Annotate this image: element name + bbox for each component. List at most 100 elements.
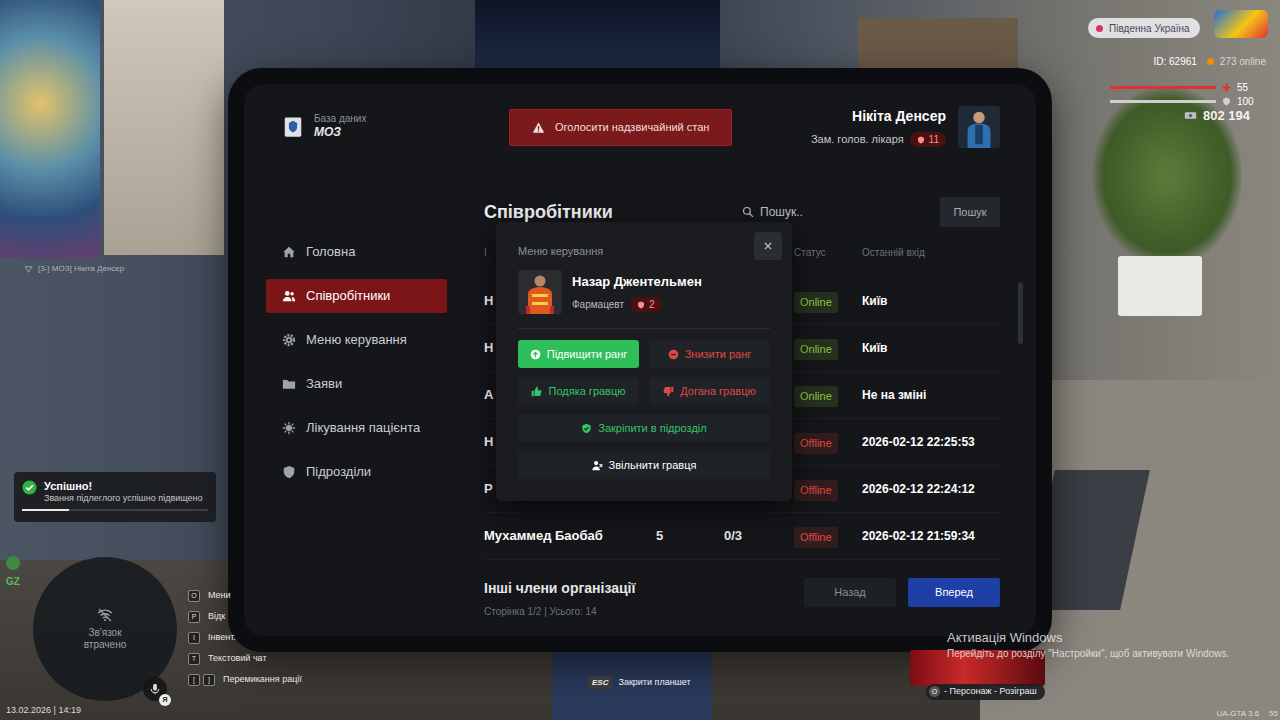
sidebar-item[interactable]: Головна bbox=[266, 235, 447, 269]
column-header: Останній вхід bbox=[862, 245, 1000, 260]
scrollbar[interactable] bbox=[1018, 282, 1023, 344]
notification-text: Успішно!Звання підлеглого успішно підвищ… bbox=[44, 479, 203, 504]
doorway bbox=[475, 0, 720, 68]
minimap-status: Зв'язок втрачено bbox=[74, 627, 136, 651]
server-badge: Південна Україна bbox=[1088, 18, 1200, 38]
member-warnings: 0/3 bbox=[724, 526, 794, 546]
shield-icon bbox=[637, 301, 645, 309]
zone-indicator: GZ bbox=[6, 556, 20, 589]
home-icon bbox=[282, 245, 296, 259]
minus-icon bbox=[668, 349, 679, 360]
next-button[interactable]: Вперед bbox=[908, 578, 1000, 607]
key-hint-label: Мени bbox=[208, 589, 231, 603]
sidebar-item[interactable]: Заяви bbox=[266, 367, 447, 401]
player-nametag: [3-] МОЗ] Нікіта Денсер bbox=[24, 263, 124, 275]
member-name: Назар Джентельмен bbox=[572, 272, 702, 292]
status-text: Offline bbox=[800, 531, 832, 543]
emergency-label: Оголосити надзвичайний стан bbox=[555, 119, 709, 136]
action-content: Підвищити ранг bbox=[530, 346, 628, 363]
gear-icon bbox=[282, 333, 296, 347]
status-cell: Offline bbox=[794, 524, 862, 548]
check-icon bbox=[22, 480, 37, 495]
version-label: UA-GTA 3.6 bbox=[1217, 708, 1260, 720]
notification-title: Успішно! bbox=[44, 479, 203, 493]
arrow-up-icon bbox=[530, 349, 541, 360]
member-info: Назар Джентельмен Фармацевт2 bbox=[572, 272, 702, 313]
member-role: Фармацевт bbox=[572, 297, 624, 312]
last-login: 2026-02-12 21:59:34 bbox=[862, 527, 1000, 545]
nametag-text: [3-] МОЗ] Нікіта Денсер bbox=[38, 263, 124, 275]
last-login: Київ bbox=[862, 339, 1000, 357]
health-track bbox=[1110, 86, 1216, 89]
action-content: Закріпити в підрозділ bbox=[581, 420, 706, 437]
assign-button[interactable]: Закріпити в підрозділ bbox=[518, 414, 770, 442]
modal-label: Меню керування bbox=[518, 244, 770, 258]
page-info: Сторінка 1/2 | Усього: 14 bbox=[484, 604, 635, 619]
zone-label: GZ bbox=[6, 574, 20, 589]
demote-button[interactable]: Знизити ранг bbox=[649, 340, 770, 368]
sidebar-label: Підрозділи bbox=[306, 462, 371, 482]
sidebar-label: Меню керування bbox=[306, 330, 407, 350]
fire-button[interactable]: Звільнити гравця bbox=[518, 451, 770, 479]
key-hint: TТекстовий чат bbox=[188, 652, 302, 666]
close-tablet-label: Закрити планшет bbox=[618, 676, 690, 690]
armor-icon bbox=[1222, 97, 1231, 106]
close-button[interactable] bbox=[754, 232, 782, 260]
prev-button[interactable]: Назад bbox=[804, 578, 896, 607]
status-pill: Online bbox=[794, 386, 838, 407]
money-icon bbox=[1184, 109, 1197, 122]
sidebar-item[interactable]: Підрозділи bbox=[266, 455, 447, 489]
sidebar-label: Лікування пацієнта bbox=[306, 418, 420, 438]
sidebar-item[interactable]: Лікування пацієнта bbox=[266, 411, 447, 445]
close-tablet-hint: ESCЗакрити планшет bbox=[588, 676, 691, 690]
section-title: Інші члени організації bbox=[484, 578, 635, 599]
search-field bbox=[742, 203, 932, 221]
money: 802 194 bbox=[1184, 106, 1250, 126]
key-hint: OМени bbox=[188, 589, 302, 603]
status-text: Online bbox=[800, 390, 832, 402]
player-id: ID: 62961 bbox=[1153, 54, 1196, 69]
armor-fill bbox=[1110, 100, 1216, 103]
thanks-button[interactable]: Подяка гравцю bbox=[518, 377, 639, 405]
sidebar-item[interactable]: Меню керування bbox=[266, 323, 447, 357]
notification-timer-fill bbox=[22, 509, 69, 511]
pagination: Назад Вперед bbox=[804, 578, 1000, 607]
voice-badge: Я bbox=[159, 694, 171, 706]
thumbs-up-icon bbox=[531, 386, 542, 397]
staff-icon bbox=[282, 289, 296, 303]
ministry-logo: База данихМОЗ bbox=[266, 113, 509, 141]
key-hint: []Перемикання рації bbox=[188, 673, 302, 687]
plant-pot bbox=[1118, 256, 1202, 316]
member-role-row: Фармацевт2 bbox=[572, 297, 702, 312]
game-logo bbox=[1214, 10, 1268, 38]
thumbs-down-icon bbox=[663, 386, 674, 397]
column-header: Статус bbox=[794, 245, 862, 260]
action-label: Знизити ранг bbox=[685, 346, 752, 363]
painting bbox=[104, 0, 224, 255]
reprimand-button[interactable]: Догана гравцю bbox=[649, 377, 770, 405]
action-content: Подяка гравцю bbox=[531, 383, 625, 400]
status-text: Offline bbox=[800, 437, 832, 449]
rank-number: 11 bbox=[929, 133, 939, 146]
key-hint-label: Перемикання рації bbox=[223, 673, 302, 687]
search-button[interactable]: Пошук bbox=[940, 197, 1000, 227]
status-cell: Online bbox=[794, 289, 862, 313]
table-row[interactable]: Мухаммед Баобаб50/3Offline2026-02-12 21:… bbox=[484, 513, 1000, 560]
emergency-button[interactable]: Оголосити надзвичайний стан bbox=[509, 109, 732, 146]
sidebar-item[interactable]: Співробітники bbox=[266, 279, 447, 313]
promote-button[interactable]: Підвищити ранг bbox=[518, 340, 639, 368]
search-input[interactable] bbox=[760, 203, 932, 221]
key-cap: T bbox=[188, 653, 200, 665]
windows-watermark: Активація WindowsПерейдіть до розділу "Н… bbox=[947, 630, 1229, 660]
action-content: Звільнити гравця bbox=[592, 457, 697, 474]
key-cap: ] bbox=[203, 674, 215, 686]
status-pill: Online bbox=[794, 292, 838, 313]
marker-icon bbox=[24, 265, 33, 274]
status-text: Online bbox=[800, 343, 832, 355]
status-pill: Offline bbox=[794, 480, 838, 501]
status-cell: Offline bbox=[794, 430, 862, 454]
painting bbox=[0, 0, 100, 258]
user-role-row: Зам. голов. лікаря11 bbox=[811, 131, 946, 148]
emblem-icon bbox=[282, 116, 304, 138]
sidebar: Головна Співробітники Меню керування Заяви Л… bbox=[266, 197, 447, 619]
